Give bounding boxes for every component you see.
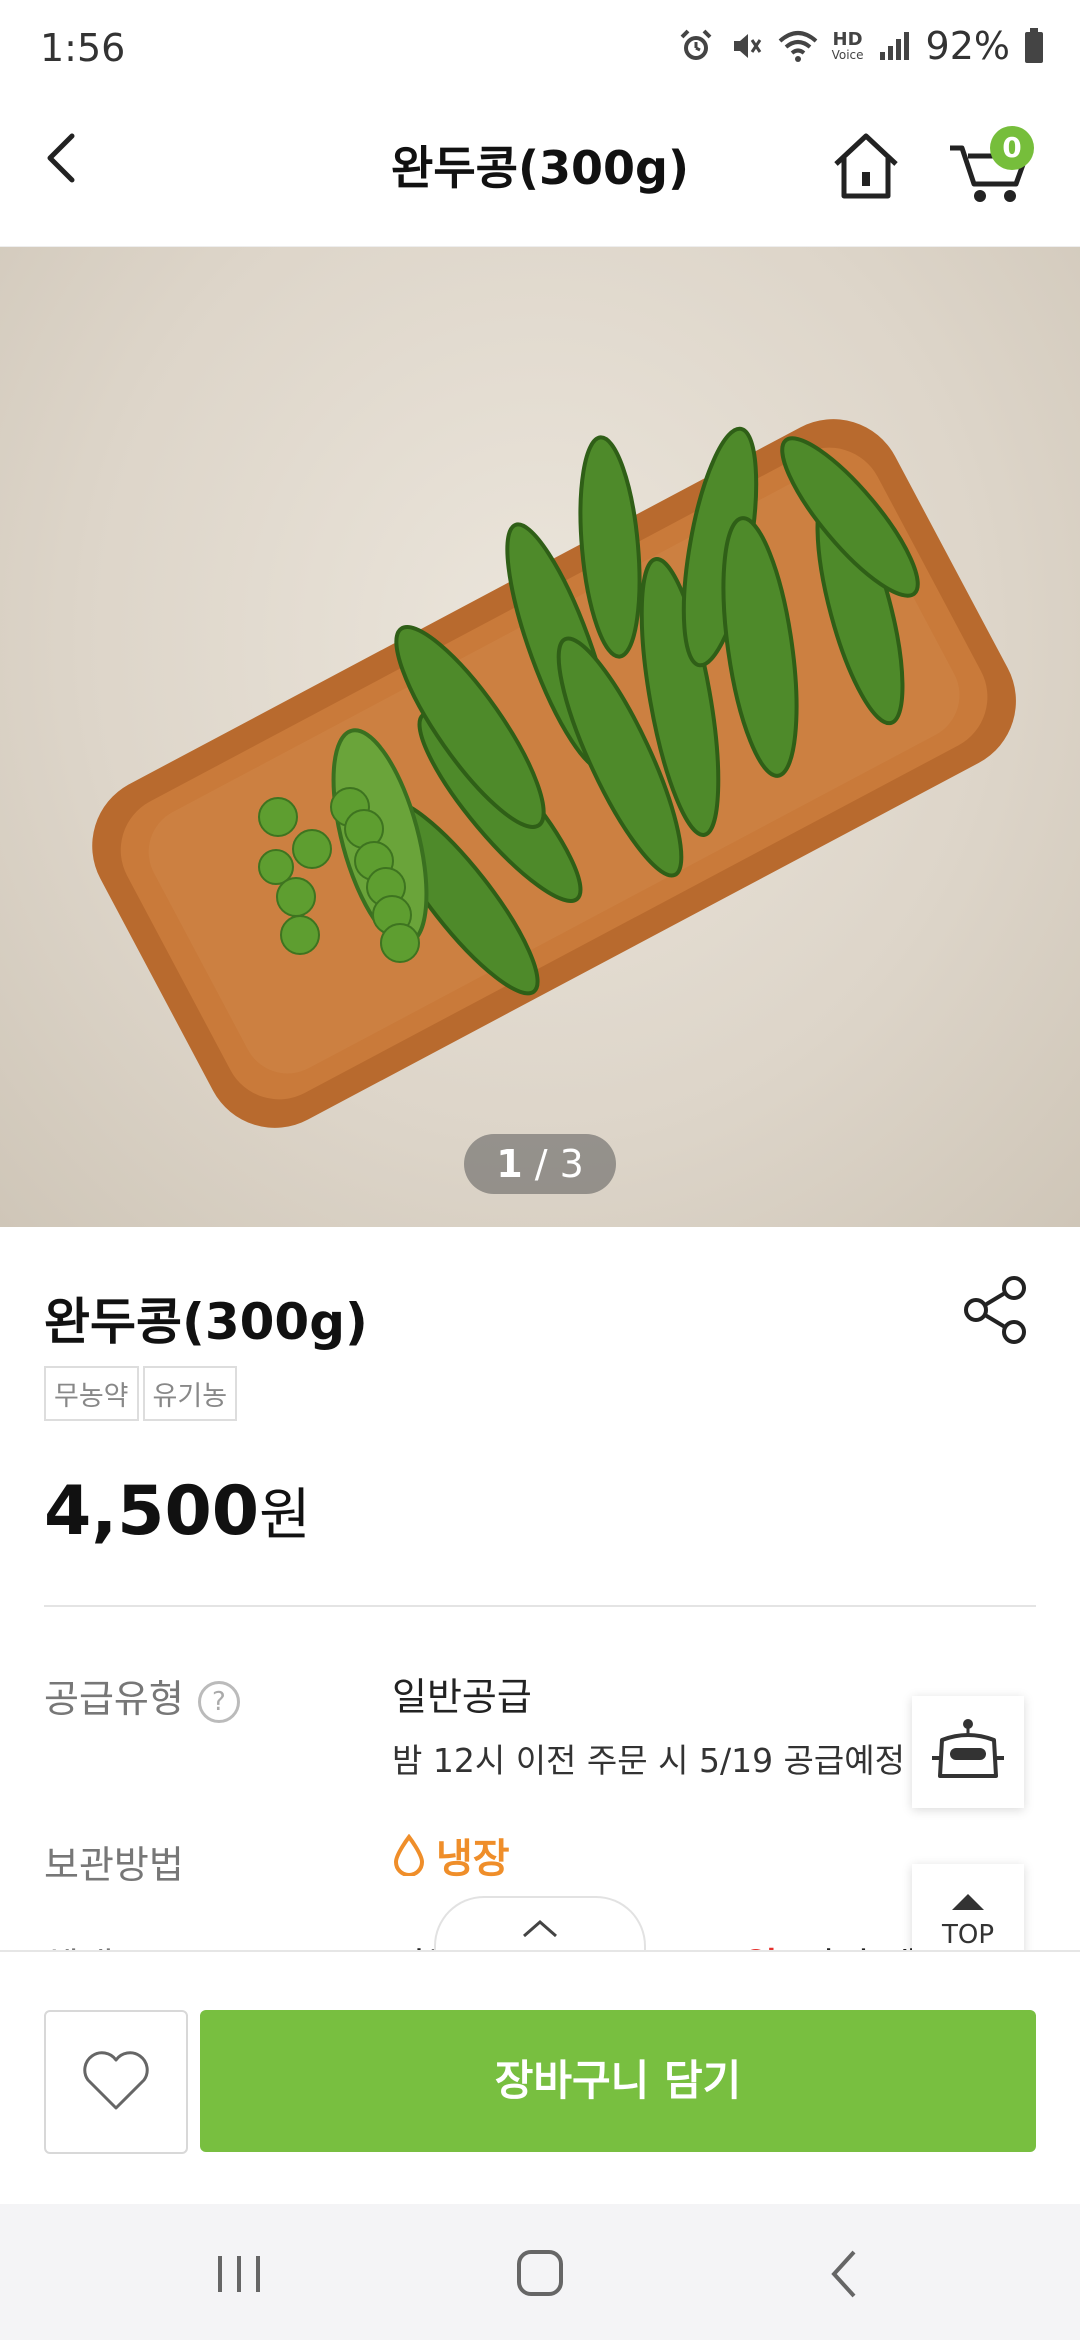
- divider: [44, 1605, 1036, 1607]
- price-value: 4,500: [44, 1472, 260, 1551]
- page-title: 완두콩(300g): [391, 141, 689, 195]
- wishlist-button[interactable]: [44, 2010, 188, 2154]
- share-icon[interactable]: [960, 1274, 1032, 1346]
- supply-schedule: 밤 12시 이전 주문 시 5/19 공급예정: [392, 1741, 905, 1780]
- supply-type-label: 공급유형?: [44, 1668, 240, 1723]
- supply-type-value: 일반공급: [392, 1675, 532, 1719]
- image-counter: 1 / 3: [464, 1134, 616, 1194]
- status-bar: 1:56 HD Voice 92%: [0, 0, 1080, 96]
- home-nav-icon[interactable]: [505, 2244, 575, 2304]
- price-currency: 원: [259, 1483, 311, 1548]
- status-icons: HD Voice 92%: [678, 24, 1044, 68]
- water-drop-icon: [393, 1834, 425, 1876]
- hd-voice-icon: HD Voice: [831, 29, 864, 62]
- cart-count-badge: 0: [990, 126, 1034, 170]
- storage-value: 냉장: [392, 1826, 510, 1884]
- chevron-up-icon: [523, 1920, 557, 1938]
- heart-icon: [83, 2051, 149, 2110]
- system-nav-bar: [0, 2204, 1080, 2340]
- battery-icon: [1025, 28, 1043, 63]
- signal-icon: [879, 32, 909, 60]
- status-time: 1:56: [40, 26, 126, 70]
- help-icon[interactable]: ?: [197, 1680, 240, 1723]
- arrow-up-icon: [952, 1894, 984, 1910]
- storage-label: 보관방법: [44, 1843, 184, 1887]
- alarm-icon: [680, 29, 712, 60]
- purchase-bar: 장바구니 담기: [0, 1950, 1080, 2206]
- tag-organic: 유기농: [142, 1366, 238, 1421]
- add-to-cart-button[interactable]: 장바구니 담기: [200, 2010, 1036, 2152]
- battery-percent: 92%: [925, 24, 1010, 68]
- product-price: 4,500원: [44, 1470, 311, 1551]
- recent-apps-icon[interactable]: [204, 2244, 274, 2304]
- chatbot-button[interactable]: [912, 1696, 1024, 1808]
- product-image[interactable]: [0, 247, 1080, 1227]
- chatbot-icon: [932, 1719, 1004, 1778]
- product-tags: 무농약 유기농: [44, 1366, 238, 1421]
- tag-pesticide-free: 무농약: [44, 1366, 139, 1421]
- home-icon[interactable]: [826, 126, 906, 206]
- app-bar: 완두콩(300g) 0: [0, 96, 1080, 247]
- wifi-icon: [778, 31, 817, 62]
- peas-photo: [92, 419, 1016, 1128]
- mute-icon: [733, 34, 761, 58]
- back-nav-icon[interactable]: [810, 2244, 880, 2304]
- product-name: 완두콩(300g): [44, 1293, 368, 1351]
